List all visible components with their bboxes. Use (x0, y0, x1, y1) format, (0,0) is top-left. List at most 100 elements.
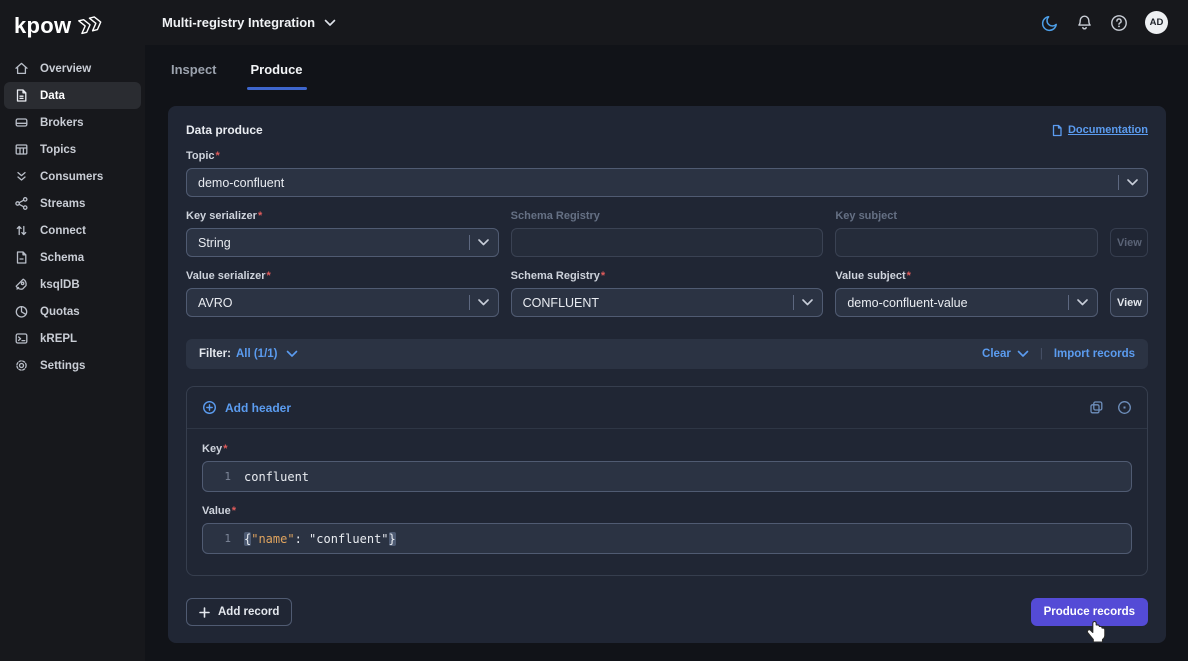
settings-icon (14, 358, 29, 373)
value-serializer-row: Value serializer* AVRO Schema Registry* … (186, 257, 1148, 317)
kpow-logo: kpow (0, 0, 145, 49)
consumers-icon (14, 169, 29, 184)
sidebar-item-krepl[interactable]: kREPL (4, 325, 141, 352)
chevron-down-icon (478, 299, 489, 306)
documentation-link[interactable]: Documentation (1051, 124, 1148, 137)
value-code-editor[interactable]: 1 {"name": "confluent"} (202, 523, 1132, 554)
plus-circle-icon (202, 400, 217, 415)
sidebar-item-label: ksqlDB (40, 279, 80, 291)
sidebar-item-schema[interactable]: Schema (4, 244, 141, 271)
tab-produce[interactable]: Produce (251, 62, 303, 90)
sidebar-item-data[interactable]: Data (4, 82, 141, 109)
sidebar-item-label: Schema (40, 252, 84, 264)
line-number: 1 (203, 532, 231, 545)
chevron-down-icon (1077, 299, 1088, 306)
record-card-header: Add header (187, 387, 1147, 428)
panel-header: Data produce Documentation (186, 106, 1148, 137)
sidebar-item-overview[interactable]: Overview (4, 55, 141, 82)
key-code: confluent (244, 470, 309, 484)
sidebar-item-ksqldb[interactable]: ksqlDB (4, 271, 141, 298)
chevron-down-icon (1127, 179, 1138, 186)
divider: | (1040, 348, 1043, 360)
value-serializer-select[interactable]: AVRO (186, 288, 499, 317)
filter-value[interactable]: All (1/1) (236, 348, 278, 360)
value-subject-view-button[interactable]: View (1110, 288, 1148, 317)
filter-chevron-down-icon[interactable] (286, 350, 298, 358)
filter-label: Filter: (199, 348, 231, 360)
sidebar-item-label: Consumers (40, 171, 103, 183)
add-record-button[interactable]: Add record (186, 598, 292, 626)
schema-registry-cell: Schema Registry* CONFLUENT (511, 257, 824, 317)
key-serializer-cell: Key serializer* String (186, 197, 499, 257)
filter-bar: Filter: All (1/1) Clear | Import records (186, 339, 1148, 369)
schema-registry-key-label: Schema Registry (511, 210, 824, 222)
topic-value: demo-confluent (198, 176, 1118, 190)
brokers-icon (14, 115, 29, 130)
sidebar-item-connect[interactable]: Connect (4, 217, 141, 244)
duplicate-record-icon[interactable] (1089, 400, 1104, 415)
value-serializer-cell: Value serializer* AVRO (186, 257, 499, 317)
sidebar-item-settings[interactable]: Settings (4, 352, 141, 379)
sidebar-item-streams[interactable]: Streams (4, 190, 141, 217)
data-produce-panel: Data produce Documentation Topic* demo-c… (168, 106, 1166, 643)
key-code-editor[interactable]: 1 confluent (202, 461, 1132, 492)
required-asterisk: * (258, 210, 262, 222)
sidebar-item-brokers[interactable]: Brokers (4, 109, 141, 136)
required-asterisk: * (223, 443, 227, 455)
panel-title: Data produce (186, 123, 263, 137)
sidebar-item-quotas[interactable]: Quotas (4, 298, 141, 325)
required-asterisk: * (601, 270, 605, 282)
chevron-down-icon (324, 19, 336, 27)
help-icon[interactable] (1110, 14, 1128, 32)
value-editor-label: Value* (202, 505, 1132, 517)
sidebar-nav: Overview Data Brokers Topics Consumers S… (0, 55, 145, 379)
produce-records-button[interactable]: Produce records (1031, 598, 1148, 626)
value-subject-select[interactable]: demo-confluent-value (835, 288, 1098, 317)
tab-underline (167, 87, 221, 90)
select-separator (1068, 295, 1069, 310)
streams-icon (14, 196, 29, 211)
sidebar-item-label: Brokers (40, 117, 83, 129)
schema-registry-value: CONFLUENT (523, 296, 794, 310)
schema-registry-select[interactable]: CONFLUENT (511, 288, 824, 317)
key-serializer-row: Key serializer* String Schema Registry K… (186, 197, 1148, 257)
topics-icon (14, 142, 29, 157)
sidebar-item-label: Settings (40, 360, 85, 372)
chevron-down-icon (802, 299, 813, 306)
tab-inspect[interactable]: Inspect (171, 62, 217, 90)
key-serializer-select[interactable]: String (186, 228, 499, 257)
topic-label: Topic* (186, 150, 1148, 162)
data-file-icon (14, 88, 29, 103)
key-subject-input (835, 228, 1098, 257)
filter-actions: Clear | Import records (982, 348, 1135, 360)
required-asterisk: * (216, 150, 220, 162)
line-number: 1 (203, 470, 231, 483)
add-header-button[interactable]: Add header (202, 400, 291, 415)
value-subject-label: Value subject* (835, 270, 1148, 282)
sidebar-item-label: Connect (40, 225, 86, 237)
topic-select[interactable]: demo-confluent (186, 168, 1148, 197)
ksqldb-icon (14, 277, 29, 292)
sidebar-item-consumers[interactable]: Consumers (4, 163, 141, 190)
dark-mode-moon-icon[interactable] (1041, 14, 1059, 32)
connect-icon (14, 223, 29, 238)
schema-registry-key-cell: Schema Registry (511, 197, 824, 257)
sidebar-item-topics[interactable]: Topics (4, 136, 141, 163)
schema-registry-key-input (511, 228, 824, 257)
import-records-button[interactable]: Import records (1054, 348, 1135, 360)
required-asterisk: * (267, 270, 271, 282)
select-separator (793, 295, 794, 310)
notifications-bell-icon[interactable] (1076, 14, 1093, 32)
key-serializer-label: Key serializer* (186, 210, 499, 222)
sidebar-item-label: Topics (40, 144, 76, 156)
remove-record-icon[interactable] (1117, 400, 1132, 415)
sidebar-item-label: Overview (40, 63, 91, 75)
user-avatar[interactable]: AD (1145, 11, 1168, 34)
logo-text: kpow (14, 13, 71, 39)
quotas-icon (14, 304, 29, 319)
key-subject-cell: Key subject View (835, 197, 1148, 257)
select-separator (1118, 175, 1119, 190)
clear-button[interactable]: Clear (982, 348, 1029, 360)
key-subject-view-button: View (1110, 228, 1148, 257)
environment-selector[interactable]: Multi-registry Integration (162, 15, 336, 30)
